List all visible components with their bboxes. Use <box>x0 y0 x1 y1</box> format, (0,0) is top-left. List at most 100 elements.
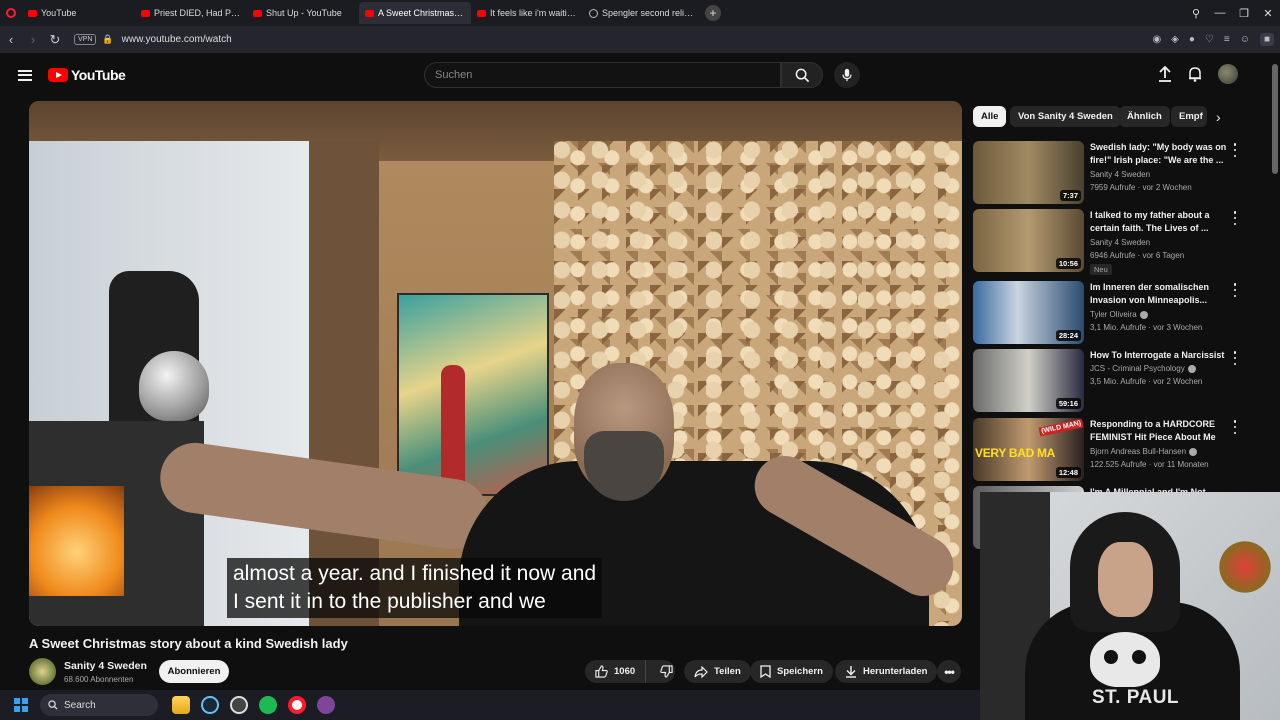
recommendation-title[interactable]: Im Inneren der somalischen Invasion von … <box>1090 281 1230 307</box>
tor-browser-icon[interactable] <box>317 696 335 714</box>
chip-recommended[interactable]: Empf <box>1171 106 1207 127</box>
file-explorer-icon[interactable] <box>172 696 190 714</box>
forward-button[interactable]: › <box>22 32 44 47</box>
channel-name[interactable]: Sanity 4 Sweden <box>64 660 147 672</box>
download-label: Herunterladen <box>863 666 928 677</box>
heart-icon[interactable]: ♡ <box>1205 34 1214 45</box>
notifications-bell-icon[interactable] <box>1188 66 1202 82</box>
recommendation-meta: 3,5 Mio. Aufrufe · vor 2 Wochen <box>1090 377 1203 386</box>
chip-all[interactable]: Alle <box>973 106 1007 127</box>
recommendation-title[interactable]: How To Interrogate a Narcissist <box>1090 349 1230 362</box>
menu-lines-icon[interactable]: ≡ <box>1224 34 1230 45</box>
windows-start-icon[interactable] <box>14 698 28 712</box>
globe-favicon-icon <box>589 8 598 18</box>
video-thumbnail[interactable]: 10:56 <box>973 209 1084 272</box>
back-button[interactable]: ‹ <box>0 32 22 47</box>
video-thumbnail[interactable]: 7:37 <box>973 141 1084 204</box>
browser-tab-active[interactable]: A Sweet Christmas story a <box>359 2 471 24</box>
recommendation-item[interactable]: 7:37 Swedish lady: "My body was on fire!… <box>973 141 1263 205</box>
new-tab-button[interactable]: + <box>705 5 721 21</box>
browser-tab[interactable]: YouTube <box>22 2 135 24</box>
recommendation-channel[interactable]: Sanity 4 Sweden <box>1090 170 1150 179</box>
webcam-scene-face <box>1098 542 1153 617</box>
more-actions-button[interactable]: ••• <box>937 660 961 683</box>
recommendation-channel[interactable]: Sanity 4 Sweden <box>1090 238 1150 247</box>
account-avatar[interactable] <box>1218 64 1238 84</box>
recommendation-title[interactable]: Swedish lady: "My body was on fire!" Iri… <box>1090 141 1230 167</box>
voice-search-button[interactable] <box>834 62 860 88</box>
chevron-right-icon[interactable]: › <box>1216 109 1221 125</box>
steam-icon[interactable] <box>201 696 219 714</box>
more-vertical-icon[interactable] <box>1231 420 1239 434</box>
browser-tab[interactable]: Spengler second religious <box>583 2 701 24</box>
extension-icon[interactable]: ● <box>1189 34 1195 45</box>
more-vertical-icon[interactable] <box>1231 283 1239 297</box>
recommendation-title[interactable]: Responding to a HARDCORE FEMINIST Hit Pi… <box>1090 418 1230 444</box>
hamburger-menu-icon[interactable] <box>18 69 32 81</box>
recommendation-channel[interactable]: Tyler Oliveira <box>1090 310 1148 319</box>
profile-icon[interactable]: ☺ <box>1240 34 1250 45</box>
new-badge: Neu <box>1090 264 1112 275</box>
like-button[interactable]: 1060 <box>585 660 647 683</box>
save-label: Speichern <box>777 666 823 677</box>
more-vertical-icon[interactable] <box>1231 143 1239 157</box>
video-thumbnail[interactable]: 28:24 <box>973 281 1084 344</box>
browser-tab-bar: YouTube Priest DIED, Had PROFOUND Shut U… <box>0 0 1280 26</box>
webcam-scene-decoration <box>1215 537 1275 597</box>
tab-search-icon[interactable]: ⚲ <box>1184 7 1208 20</box>
youtube-play-icon <box>48 68 68 82</box>
minimize-button[interactable]: — <box>1208 7 1232 19</box>
opera-icon[interactable] <box>288 696 306 714</box>
vpn-badge[interactable]: VPN <box>74 34 97 45</box>
recommendation-channel[interactable]: JCS - Criminal Psychology <box>1090 364 1196 373</box>
recommendation-channel[interactable]: Bjorn Andreas Bull-Hansen <box>1090 447 1198 456</box>
opera-menu-icon[interactable] <box>0 0 22 26</box>
thumbnail-text-overlay: VERY BAD MA <box>975 446 1056 460</box>
like-dislike-group: 1060 <box>585 660 675 683</box>
dislike-button[interactable] <box>652 660 681 683</box>
video-captions: almost a year. and I finished it now and… <box>227 558 603 618</box>
video-player[interactable]: almost a year. and I finished it now and… <box>29 101 962 626</box>
youtube-favicon-icon <box>365 9 374 17</box>
recommendation-item[interactable]: 28:24 Im Inneren der somalischen Invasio… <box>973 281 1263 345</box>
share-button[interactable]: Teilen <box>684 660 751 683</box>
lock-icon[interactable]: 🔒 <box>102 34 113 45</box>
reload-button[interactable]: ↻ <box>44 32 66 48</box>
obs-icon[interactable] <box>230 696 248 714</box>
thumbs-down-icon <box>660 665 673 678</box>
more-vertical-icon[interactable] <box>1231 211 1239 225</box>
recommendation-item[interactable]: 59:16 How To Interrogate a Narcissist JC… <box>973 349 1263 413</box>
channel-avatar[interactable] <box>29 658 56 685</box>
shield-icon[interactable]: ◈ <box>1171 34 1179 45</box>
upload-icon[interactable] <box>1158 66 1172 82</box>
search-button[interactable] <box>781 62 823 88</box>
youtube-favicon-icon <box>141 9 150 17</box>
scrollbar-thumb[interactable] <box>1272 64 1278 174</box>
header-actions <box>1158 64 1238 84</box>
browser-tab[interactable]: Shut Up - YouTube <box>247 2 359 24</box>
chip-related[interactable]: Ähnlich <box>1119 106 1170 127</box>
tab-title: Spengler second religious <box>602 8 695 18</box>
subscribe-button[interactable]: Abonnieren <box>159 660 229 683</box>
download-button[interactable]: Herunterladen <box>835 660 938 683</box>
taskbar-search[interactable]: Search <box>40 694 158 716</box>
recommendation-title[interactable]: I talked to my father about a certain fa… <box>1090 209 1230 235</box>
save-button[interactable]: Speichern <box>750 660 833 683</box>
spotify-icon[interactable] <box>259 696 277 714</box>
video-thumbnail[interactable]: 59:16 <box>973 349 1084 412</box>
search-input[interactable]: Suchen <box>424 62 781 88</box>
camera-icon[interactable]: ◉ <box>1152 34 1161 45</box>
recommendation-meta: 3,1 Mio. Aufrufe · vor 3 Wochen <box>1090 323 1203 332</box>
maximize-button[interactable]: ❐ <box>1232 7 1256 20</box>
url-field[interactable]: www.youtube.com/watch <box>122 34 232 45</box>
cube-icon[interactable]: ■ <box>1259 33 1274 46</box>
recommendation-item[interactable]: (WILD MAN) VERY BAD MA 12:48 Responding … <box>973 418 1263 482</box>
browser-tab[interactable]: Priest DIED, Had PROFOUND <box>135 2 247 24</box>
youtube-logo[interactable]: YouTube <box>48 67 126 83</box>
browser-tab[interactable]: It feels like i'm waiting to <box>471 2 583 24</box>
chip-from-channel[interactable]: Von Sanity 4 Sweden <box>1010 106 1121 127</box>
video-thumbnail[interactable]: (WILD MAN) VERY BAD MA 12:48 <box>973 418 1084 481</box>
more-vertical-icon[interactable] <box>1231 351 1239 365</box>
recommendation-item[interactable]: 10:56 I talked to my father about a cert… <box>973 209 1263 275</box>
close-window-button[interactable]: ✕ <box>1256 7 1280 20</box>
